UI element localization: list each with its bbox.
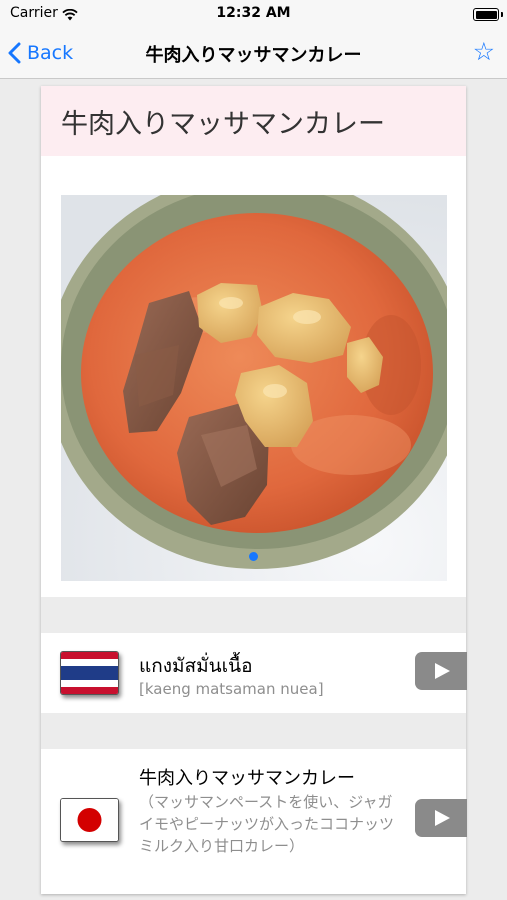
card-header: 牛肉入りマッサマンカレー (41, 86, 466, 156)
play-thai-audio-button[interactable] (415, 652, 467, 690)
back-button[interactable]: Back (8, 38, 73, 68)
dish-title: 牛肉入りマッサマンカレー (61, 109, 385, 140)
page-title: 牛肉入りマッサマンカレー (145, 45, 362, 66)
section-separator (41, 597, 466, 633)
play-japanese-audio-button[interactable] (415, 799, 467, 837)
japan-flag-icon (60, 798, 119, 842)
status-bar: Carrier 12:32 AM (0, 0, 507, 28)
romanization-text: [kaeng matsaman nuea] (139, 680, 324, 698)
clock: 12:32 AM (216, 5, 291, 21)
navigation-bar: Back 牛肉入りマッサマンカレー ☆ (0, 28, 507, 79)
dish-description: （マッサマンペーストを使い、ジャガイモやピーナッツが入ったココナッツミルク入り甘… (139, 793, 395, 855)
dish-card: 牛肉入りマッサマンカレー แกงมัสมั่นเนื้อ [kaeng mats… (41, 86, 467, 894)
list-item-thai: แกงมัสมั่นเนื้อ [kaeng matsaman nuea] (41, 633, 467, 713)
chevron-left-icon (8, 42, 21, 64)
section-separator (41, 713, 466, 749)
japanese-dish-name: 牛肉入りマッサマンカレー (139, 768, 355, 789)
favorite-star-icon[interactable]: ☆ (473, 37, 495, 67)
battery-icon (473, 8, 503, 21)
thailand-flag-icon (60, 651, 119, 695)
dish-photo[interactable] (61, 195, 447, 581)
back-label: Back (27, 42, 74, 64)
thai-dish-name: แกงมัสมั่นเนื้อ (139, 655, 253, 677)
page-indicator-dot[interactable] (249, 552, 258, 561)
list-item-japanese: 牛肉入りマッサマンカレー （マッサマンペーストを使い、ジャガイモやピーナッツが入… (41, 749, 467, 894)
